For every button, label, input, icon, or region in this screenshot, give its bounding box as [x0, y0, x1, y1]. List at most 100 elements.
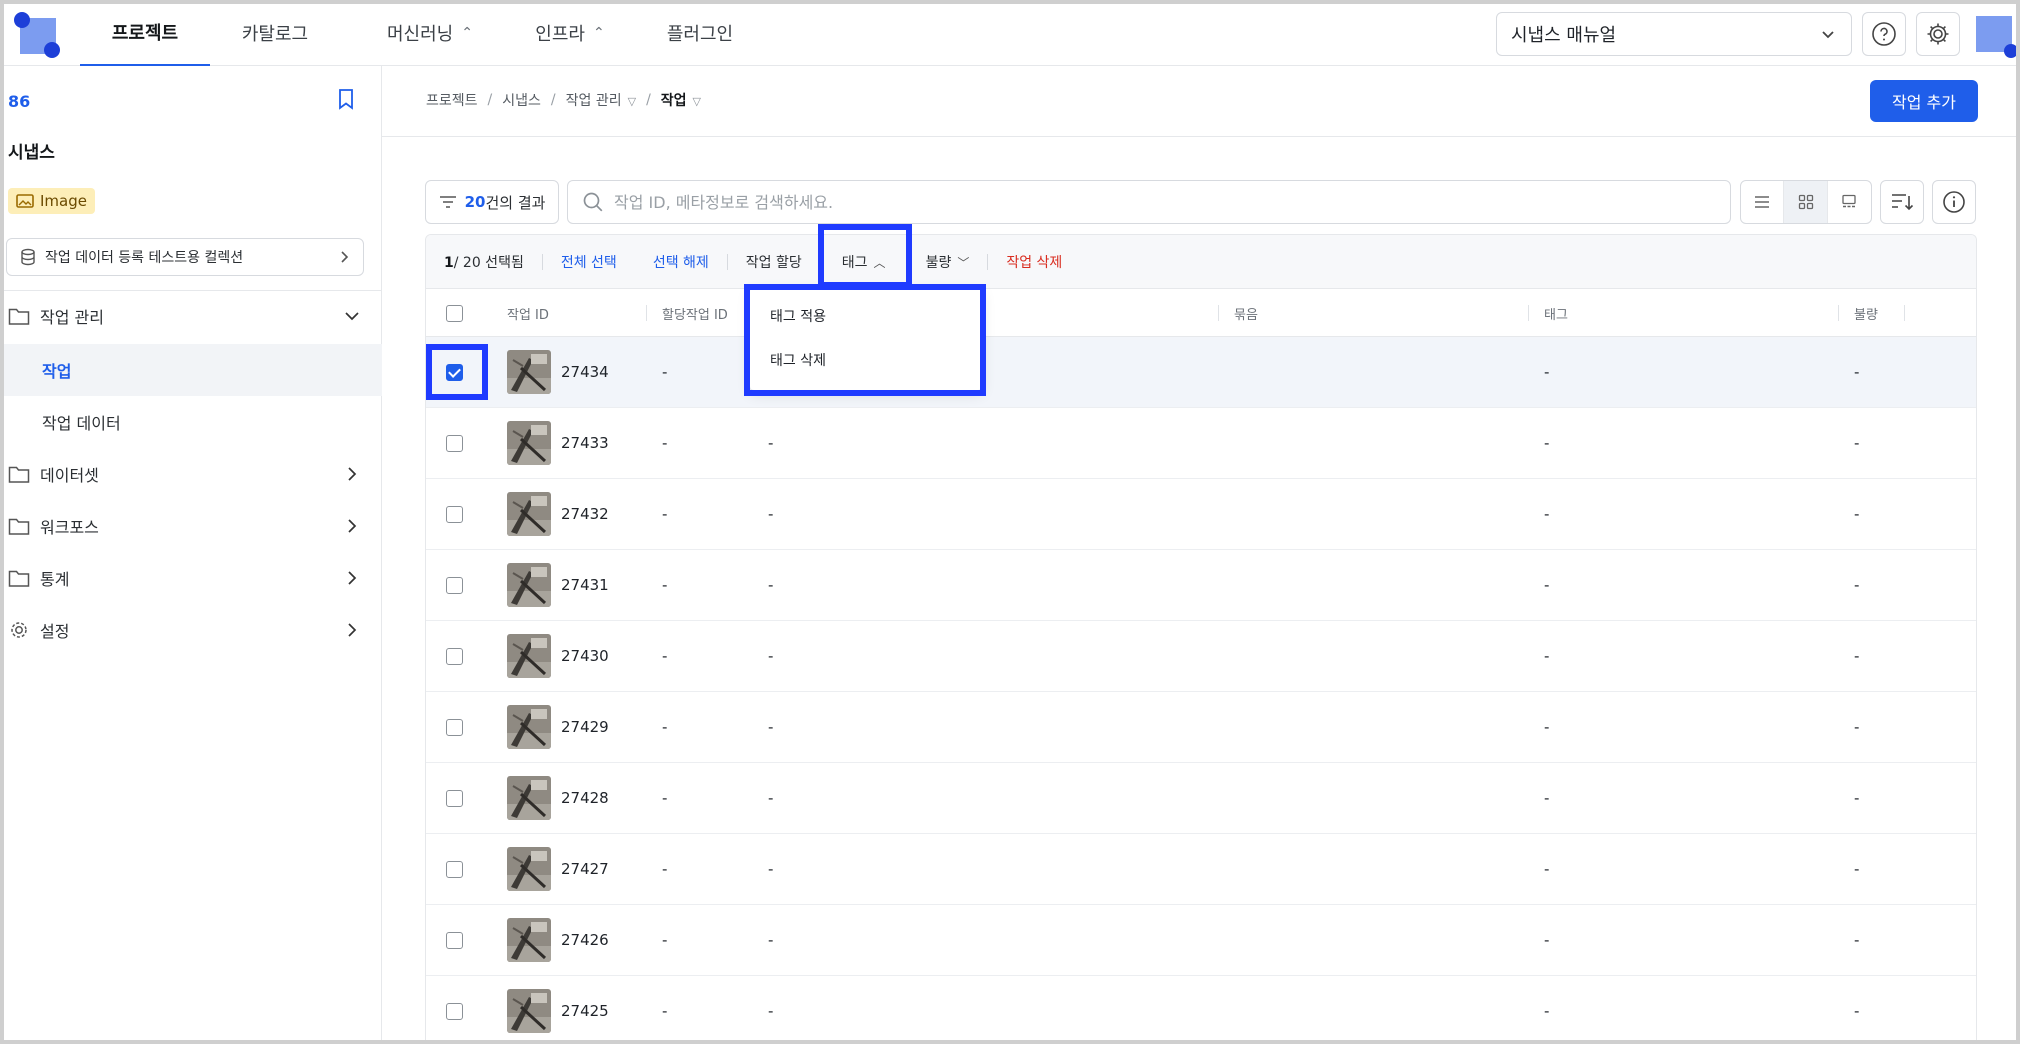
task-id-cell[interactable]: 27427 [507, 834, 609, 904]
worker-cell: - [768, 718, 774, 736]
table-row[interactable]: 27430 - - - - [426, 621, 1976, 692]
tag-delete-item[interactable]: 태그 삭제 [750, 338, 982, 382]
breadcrumb-task[interactable]: 작업 ▽ [661, 90, 701, 110]
table-row[interactable]: 27426 - - - - [426, 905, 1976, 976]
assigned-id-cell: - [662, 363, 668, 381]
tab-project[interactable]: 프로젝트 [80, 0, 210, 66]
breadcrumb-task-management[interactable]: 작업 관리 ▽ [566, 90, 636, 110]
row-checkbox[interactable] [446, 621, 463, 691]
table-row[interactable]: 27433 - - - - [426, 408, 1976, 479]
data-type-badge: Image [8, 188, 95, 214]
row-checkbox[interactable] [446, 337, 463, 407]
sidebar-item-settings[interactable]: 설정 [0, 606, 382, 654]
user-avatar[interactable] [1972, 12, 2018, 58]
project-name: 시냅스 [8, 143, 55, 163]
chevron-right-icon [348, 623, 357, 637]
task-id-cell[interactable]: 27432 [507, 479, 609, 549]
task-id-cell[interactable]: 27425 [507, 976, 609, 1044]
app-logo[interactable] [14, 12, 60, 58]
row-checkbox[interactable] [446, 976, 463, 1044]
task-thumbnail [507, 421, 551, 465]
sidebar-item-task-data[interactable]: 작업 데이터 [0, 396, 382, 448]
row-checkbox[interactable] [446, 408, 463, 478]
gallery-view-button[interactable] [1828, 181, 1871, 223]
column-tag[interactable]: 태그 [1544, 289, 1568, 337]
assign-task-button[interactable]: 작업 할당 [746, 252, 802, 272]
settings-button[interactable] [1916, 12, 1960, 56]
table-header: 작업 ID 할당작업 ID 묶음 태그 불량 [426, 289, 1976, 337]
task-id-cell[interactable]: 27426 [507, 905, 609, 975]
row-checkbox[interactable] [446, 550, 463, 620]
table-row[interactable]: 27428 - - - - [426, 763, 1976, 834]
select-all-button[interactable]: 전체 선택 [561, 252, 617, 272]
bookmark-icon [339, 89, 353, 110]
column-bundle[interactable]: 묶음 [1234, 289, 1258, 337]
task-id-cell[interactable]: 27434 [507, 337, 609, 407]
top-navigation: 프로젝트 카탈로그 머신러닝 ⌃ 인프라 ⌃ 플러그인 시냅스 매뉴얼 [0, 0, 2020, 66]
add-task-button[interactable]: 작업 추가 [1870, 80, 1978, 122]
help-button[interactable] [1862, 12, 1906, 56]
chevron-right-icon [341, 251, 349, 263]
row-checkbox[interactable] [446, 834, 463, 904]
assigned-id-cell: - [662, 1002, 668, 1020]
sidebar-item-task-management[interactable]: 작업 관리 [0, 292, 382, 340]
tab-infra[interactable]: 인프라 ⌃ [515, 0, 625, 66]
sidebar-item-dataset[interactable]: 데이터셋 [0, 450, 382, 498]
table-row[interactable]: 27429 - - - - [426, 692, 1976, 763]
table-row[interactable]: 27434 - - - [426, 337, 1976, 408]
defect-cell: - [1854, 931, 1860, 949]
list-view-button[interactable] [1741, 181, 1785, 223]
task-id-cell[interactable]: 27429 [507, 692, 609, 762]
row-checkbox[interactable] [446, 479, 463, 549]
sort-button[interactable] [1880, 180, 1924, 224]
breadcrumb-project[interactable]: 프로젝트 [426, 90, 478, 110]
worker-cell: - [768, 434, 774, 452]
table-row[interactable]: 27427 - - - - [426, 834, 1976, 905]
bookmark-button[interactable] [336, 88, 356, 114]
select-all-checkbox[interactable] [446, 289, 463, 337]
chevron-down-icon: ﹀ [957, 255, 970, 270]
assigned-id-cell: - [662, 434, 668, 452]
task-id-cell[interactable]: 27431 [507, 550, 609, 620]
tag-cell: - [1544, 434, 1550, 452]
sidebar-item-workforce[interactable]: 워크포스 [0, 502, 382, 550]
row-checkbox[interactable] [446, 905, 463, 975]
deselect-button[interactable]: 선택 해제 [653, 252, 709, 272]
worker-cell: - [768, 860, 774, 878]
row-checkbox[interactable] [446, 692, 463, 762]
tag-cell: - [1544, 576, 1550, 594]
column-assigned-id[interactable]: 할당작업 ID [662, 289, 728, 337]
collection-select[interactable]: 작업 데이터 등록 테스트용 컬렉션 [6, 238, 364, 276]
tab-catalog[interactable]: 카탈로그 [220, 0, 330, 66]
table-row[interactable]: 27431 - - - - [426, 550, 1976, 621]
search-icon [583, 192, 603, 212]
table-row[interactable]: 27432 - - - - [426, 479, 1976, 550]
filter-button[interactable]: 20 건의 결과 [425, 180, 559, 224]
tab-machine-learning[interactable]: 머신러닝 ⌃ [360, 0, 500, 66]
defect-menu-button[interactable]: 불량 ﹀ [926, 252, 970, 272]
row-checkbox[interactable] [446, 763, 463, 833]
tab-plugin[interactable]: 플러그인 [650, 0, 750, 66]
manual-select[interactable]: 시냅스 매뉴얼 [1496, 12, 1852, 56]
task-id-cell[interactable]: 27433 [507, 408, 609, 478]
tag-menu-button[interactable]: 태그 ︿ [842, 252, 886, 272]
task-id-cell[interactable]: 27430 [507, 621, 609, 691]
task-thumbnail [507, 634, 551, 678]
table-row[interactable]: 27425 - - - - [426, 976, 1976, 1044]
task-id-cell[interactable]: 27428 [507, 763, 609, 833]
grid-view-button[interactable] [1784, 181, 1828, 223]
sidebar-item-statistics[interactable]: 통계 [0, 554, 382, 602]
breadcrumb-synapse[interactable]: 시냅스 [502, 90, 541, 110]
tag-apply-item[interactable]: 태그 적용 [750, 294, 982, 338]
defect-cell: - [1854, 789, 1860, 807]
list-icon [1755, 196, 1770, 208]
search-input[interactable] [614, 192, 1716, 212]
column-task-id[interactable]: 작업 ID [507, 289, 549, 337]
assigned-id-cell: - [662, 576, 668, 594]
search-box[interactable] [567, 180, 1731, 224]
info-button[interactable] [1932, 180, 1976, 224]
sidebar-item-task[interactable]: 작업 [0, 344, 382, 396]
column-defect[interactable]: 불량 [1854, 289, 1878, 337]
worker-cell: - [768, 647, 774, 665]
delete-task-button[interactable]: 작업 삭제 [1006, 252, 1062, 272]
